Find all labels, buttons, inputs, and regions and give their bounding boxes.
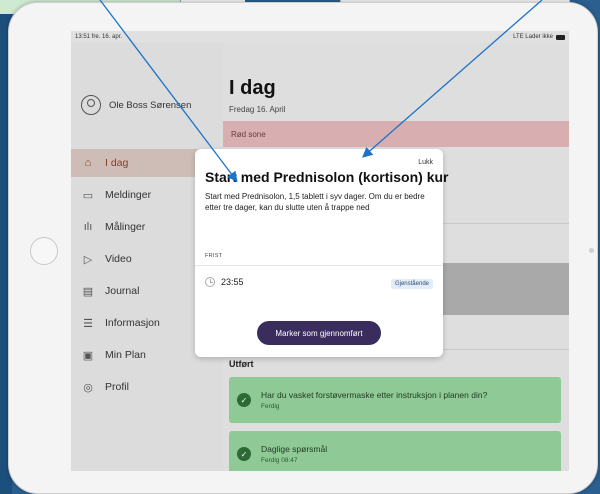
- done-task-title: Daglige spørsmål: [261, 444, 328, 454]
- info-doc-icon: ☰: [83, 317, 93, 330]
- profile-icon: ◎: [83, 381, 93, 394]
- video-icon: ▷: [83, 253, 93, 266]
- sidebar-item-label: I dag: [105, 157, 129, 169]
- journal-icon: ▤: [82, 285, 94, 298]
- close-button[interactable]: Lukk: [418, 159, 433, 166]
- avatar-icon: [81, 95, 101, 115]
- battery-icon: [556, 34, 565, 40]
- camera-dot: [589, 248, 594, 253]
- sidebar-item-label: Meldinger: [105, 189, 152, 201]
- sidebar-item-label: Journal: [105, 285, 140, 297]
- chart-icon: ılı: [83, 221, 93, 233]
- deadline-label: FRIST: [205, 253, 223, 259]
- messages-icon: ▭: [82, 189, 94, 202]
- profile-name: Ole Boss Sørensen: [109, 99, 192, 111]
- divider: [195, 265, 443, 266]
- done-section-title: Utført: [229, 359, 254, 369]
- profile-header[interactable]: Ole Boss Sørensen: [81, 95, 191, 115]
- page-title: I dag: [229, 77, 276, 99]
- done-task-title: Har du vasket forstøvermaske etter instr…: [261, 390, 488, 400]
- mark-complete-button[interactable]: Marker som gjennomført: [257, 321, 381, 345]
- check-icon: ✓: [237, 393, 251, 407]
- sidebar-item-label: Målinger: [105, 221, 146, 233]
- zone-banner[interactable]: Rød sone: [223, 121, 569, 147]
- done-task-status: Ferdig 08:47: [261, 457, 298, 464]
- modal-title: Start med Prednisolon (kortison) kur: [205, 169, 449, 185]
- network-status: LTE Lader ikke: [513, 34, 553, 40]
- modal-description: Start med Prednisolon, 1,5 tablett i syv…: [205, 192, 425, 212]
- check-icon: ✓: [237, 447, 251, 461]
- home-icon: ⌂: [84, 157, 92, 169]
- sidebar-item-label: Video: [105, 253, 132, 265]
- page-date: Fredag 16. April: [229, 105, 286, 114]
- status-time: 13:51 fre. 16. apr.: [75, 34, 123, 40]
- task-modal: Lukk Start med Prednisolon (kortison) ku…: [195, 149, 448, 357]
- plan-icon: ▣: [82, 349, 94, 362]
- tablet-frame: 13:51 fre. 16. apr. LTE Lader ikke Ole B…: [8, 2, 598, 494]
- deadline-time: 23:55: [221, 277, 244, 287]
- home-button[interactable]: [30, 237, 58, 265]
- done-task-card[interactable]: ✓ Har du vasket forstøvermaske etter ins…: [229, 377, 561, 423]
- done-task-status: Ferdig: [261, 403, 280, 410]
- status-bar: 13:51 fre. 16. apr. LTE Lader ikke: [71, 31, 569, 43]
- sidebar-item-label: Profil: [105, 381, 129, 393]
- clock-icon: [205, 277, 215, 287]
- done-task-card[interactable]: ✓ Daglige spørsmål Ferdig 08:47: [229, 431, 561, 471]
- sidebar-item-label: Min Plan: [105, 349, 146, 361]
- sidebar-item-label: Informasjon: [105, 317, 160, 329]
- status-badge: Gjenstående: [390, 279, 433, 289]
- sidebar-item-profil[interactable]: ◎ Profil: [71, 373, 223, 401]
- app-screen: 13:51 fre. 16. apr. LTE Lader ikke Ole B…: [71, 31, 569, 471]
